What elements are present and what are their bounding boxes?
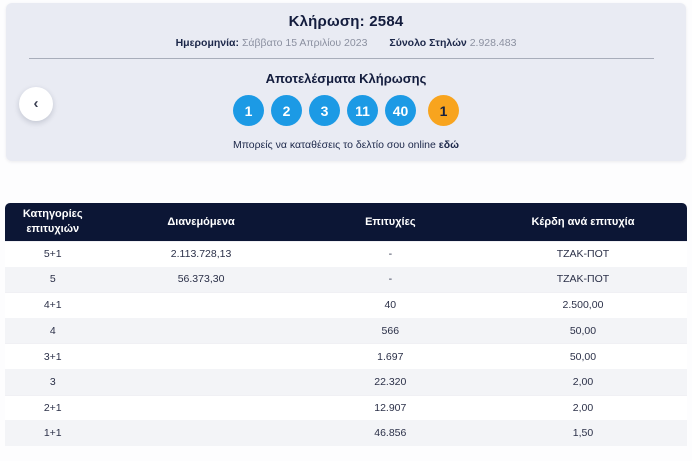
chevron-left-icon: ‹ [33,94,39,112]
results-table-body: 5+1 2.113.728,13 - ΤΖΑΚ-ΠΟΤ 5 56.373,30 - ΤΖΑΚ-… [5,241,687,446]
table-cell-distributed: 2.113.728,13 [170,248,232,261]
online-cta-link[interactable]: εδώ [439,139,459,151]
table-cell-winnings: ΤΖΑΚ-ΠΟΤ [556,273,610,286]
table-cell-winnings: 50,00 [569,350,597,363]
table-cell-category: 4+1 [43,299,62,312]
draw-title: Κλήρωση: 2584 [6,13,686,30]
draw-results-card: Κλήρωση: 2584 Ημερομηνία: Σάββατο 15 Απρ… [6,3,686,161]
winning-number-ball: 3 [309,95,340,126]
table-cell-winners: 46.856 [374,426,407,439]
table-cell-winnings: 2,00 [572,375,594,388]
total-columns: Σύνολο Στηλών 2.928.483 [389,37,516,49]
winning-number-ball: 11 [347,95,378,126]
draw-title-label: Κλήρωση: [288,13,365,30]
table-cell-category: 3 [49,375,56,388]
table-cell-winners: 12.907 [374,401,407,414]
table-cell-category: 1+1 [43,426,62,439]
table-row: 4 566 50,00 [5,317,687,344]
draw-date: Ημερομηνία: Σάββατο 15 Απριλίου 2023 [176,37,368,49]
total-columns-label: Σύνολο Στηλών [389,37,467,49]
table-header-winnings: Κέρδη ανά επιτυχία [531,215,635,228]
draw-date-value: Σάββατο 15 Απριλίου 2023 [241,37,368,49]
winning-numbers: 1 2 3 11 40 1 [6,95,686,126]
table-row: 4+1 40 2.500,00 [5,292,687,318]
table-header-row: Κατηγορίες επιτυχιών Διανεμόμενα Επιτυχί… [5,203,687,241]
table-cell-winners: - [388,248,393,261]
previous-draw-button[interactable]: ‹ [19,87,53,121]
table-cell-category: 5 [49,273,56,286]
winning-number-ball: 2 [271,95,302,126]
draw-date-label: Ημερομηνία: [175,37,240,49]
prize-tiers-table: Κατηγορίες επιτυχιών Διανεμόμενα Επιτυχί… [5,203,687,446]
table-cell-category: 4 [49,324,56,337]
table-header-categories: Κατηγορίες επιτυχιών [22,208,83,235]
table-cell-winners: - [388,273,393,286]
table-row: 3+1 1.697 50,00 [5,343,687,369]
results-heading: Αποτελέσματα Κλήρωσης [265,71,427,86]
draw-meta: Ημερομηνία: Σάββατο 15 Απριλίου 2023 Σύν… [6,37,686,49]
table-row: 5 56.373,30 - ΤΖΑΚ-ΠΟΤ [5,266,687,293]
table-row: 3 22.320 2,00 [5,368,687,395]
winning-number-ball: 40 [385,95,416,126]
table-cell-distributed: 56.373,30 [177,273,225,286]
draw-number: 2584 [369,13,404,30]
joker-number-ball: 1 [428,95,459,126]
table-cell-category: 3+1 [43,350,62,363]
total-columns-value: 2.928.483 [469,37,517,49]
table-cell-winners: 1.697 [377,350,404,363]
winning-number-ball: 1 [233,95,264,126]
table-row: 1+1 46.856 1,50 [5,420,687,446]
table-header-distributed: Διανεμόμενα [167,215,235,228]
draw-header: Κλήρωση: 2584 Ημερομηνία: Σάββατο 15 Απρ… [6,3,686,49]
table-cell-winners: 22.320 [374,375,407,388]
table-cell-category: 5+1 [43,248,62,261]
online-cta: Μπορείς να καταθέσεις το δελτίο σου onli… [6,139,686,151]
table-row: 2+1 12.907 2,00 [5,394,687,421]
results-section: Αποτελέσματα Κλήρωσης 1 2 3 11 40 1 Μπορείς ν… [6,59,686,151]
table-cell-winners: 566 [381,324,400,337]
table-cell-winnings: 50,00 [569,324,597,337]
online-cta-text: Μπορείς να καταθέσεις το δελτίο σου onli… [232,139,436,151]
table-cell-winnings: ΤΖΑΚ-ΠΟΤ [556,248,610,261]
table-cell-winnings: 2.500,00 [562,299,604,312]
table-cell-winnings: 2,00 [572,401,594,414]
table-cell-winners: 40 [384,299,397,312]
table-cell-category: 2+1 [43,401,62,414]
table-cell-winnings: 1,50 [572,426,594,439]
table-header-winners: Επιτυχίες [365,215,416,228]
table-row: 5+1 2.113.728,13 - ΤΖΑΚ-ΠΟΤ [5,241,687,267]
